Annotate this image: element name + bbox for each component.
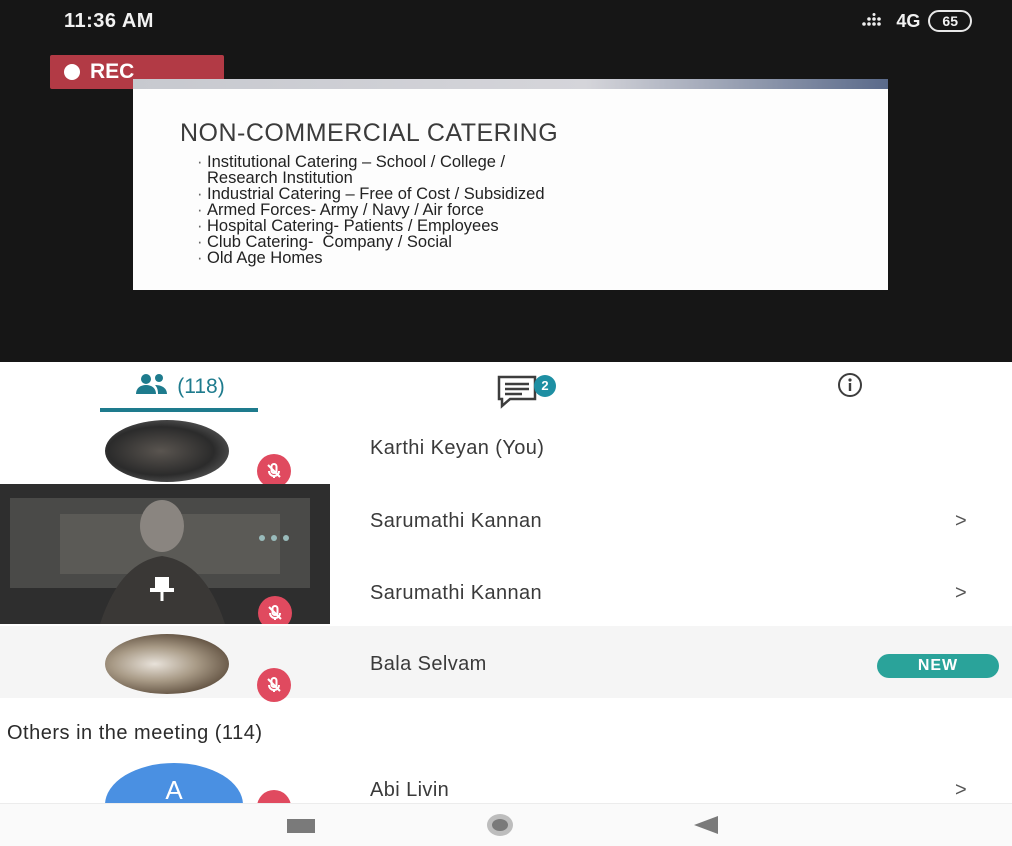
avatar xyxy=(105,634,229,694)
chevron-right-icon: > xyxy=(955,582,967,604)
participant-row-you[interactable]: Karthi Keyan (You) xyxy=(0,412,1012,488)
participant-name: Abi Livin xyxy=(370,779,450,801)
meeting-video-area[interactable]: 11:36 AM 4G 65 REC NON-COMMERCIAL CATERI… xyxy=(0,0,1012,362)
participant-row[interactable]: Bala Selvam xyxy=(0,626,1012,702)
record-dot-icon xyxy=(64,64,80,80)
chat-unread-badge: 2 xyxy=(534,375,556,397)
participants-count: (118) xyxy=(177,375,225,398)
participant-video-tile[interactable] xyxy=(0,484,330,624)
pin-icon xyxy=(147,576,177,607)
others-section-header: Others in the meeting (114) xyxy=(7,722,263,744)
participant-name: Bala Selvam xyxy=(370,653,487,675)
slide-bullet: Club Catering- Company / Social xyxy=(197,234,545,251)
info-icon xyxy=(836,371,864,404)
participant-name: Sarumathi Kannan xyxy=(370,510,543,532)
microphone-off-icon xyxy=(257,454,291,488)
microphone-off-icon xyxy=(257,668,291,702)
avatar xyxy=(105,420,229,482)
participant-name: Karthi Keyan (You) xyxy=(370,437,545,459)
slide-bullet: Research Institution xyxy=(207,169,353,187)
slide-bullet: Old Age Homes xyxy=(197,250,545,267)
avatar: A xyxy=(105,763,243,803)
slide-header-bar xyxy=(133,79,888,89)
recording-label: REC xyxy=(90,60,135,83)
people-icon xyxy=(135,373,169,401)
slide-bullet: Armed Forces- Army / Navy / Air force xyxy=(197,202,545,219)
chat-icon: 2 xyxy=(490,367,570,409)
tab-info[interactable] xyxy=(820,362,880,412)
nav-circle-icon[interactable] xyxy=(485,812,515,843)
network-type: 4G xyxy=(896,10,921,31)
tab-chat[interactable]: 2 xyxy=(480,362,580,412)
slide-bullet-list: Institutional Catering – School / Colleg… xyxy=(197,154,545,267)
new-badge: NEW xyxy=(877,654,999,678)
slide-bullet: Hospital Catering- Patients / Employees xyxy=(197,218,545,235)
microphone-off-icon xyxy=(258,596,292,624)
tab-participants[interactable]: (118) xyxy=(100,362,260,412)
participant-name: Sarumathi Kannan xyxy=(370,582,543,604)
slide-bullet: Institutional Catering – School / Colleg… xyxy=(197,154,545,171)
participant-row[interactable]: Sarumathi Kannan > xyxy=(330,556,1012,626)
status-time: 11:36 AM xyxy=(64,10,154,32)
signal-icon xyxy=(862,11,888,32)
chevron-right-icon: > xyxy=(955,779,967,801)
nav-square-icon[interactable] xyxy=(286,818,316,839)
slide-bullet: Industrial Catering – Free of Cost / Sub… xyxy=(197,186,545,203)
chevron-right-icon: > xyxy=(955,510,967,532)
status-indicators: 4G 65 xyxy=(862,10,972,32)
tab-bar: (118) 2 xyxy=(0,362,1012,412)
status-bar: 11:36 AM 4G 65 xyxy=(0,0,1012,44)
participant-row[interactable]: A Abi Livin > xyxy=(0,752,1012,803)
participant-row[interactable]: Sarumathi Kannan > xyxy=(330,484,1012,556)
shared-slide: NON-COMMERCIAL CATERING Institutional Ca… xyxy=(133,79,888,290)
slide-title: NON-COMMERCIAL CATERING xyxy=(180,119,559,147)
microphone-off-icon xyxy=(257,790,291,803)
nav-back-icon[interactable] xyxy=(690,814,720,841)
battery-indicator: 65 xyxy=(928,10,972,32)
system-navigation-bar xyxy=(0,803,1012,846)
